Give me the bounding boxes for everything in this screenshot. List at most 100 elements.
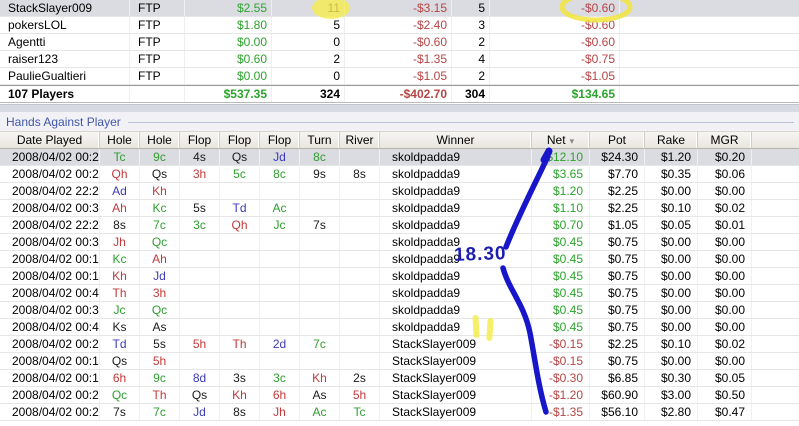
player-name: PaulieGualtieri xyxy=(0,68,130,84)
col-header-hole[interactable]: Hole xyxy=(100,132,140,148)
player-row[interactable]: pokersLOL FTP $1.80 5 -$2.40 3 -$0.60 xyxy=(0,17,799,34)
col-header-river[interactable]: River xyxy=(340,132,380,148)
hand-row[interactable]: 2008/04/02 00:23 Qc Th Qs Kh 6h As 5h StackSlaye… xyxy=(0,387,799,404)
hand-row[interactable]: 2008/04/02 22:28 8s 7c 3c Qh Jc 7s skoldpadda9 $… xyxy=(0,217,799,234)
hand-date: 2008/04/02 00:35 xyxy=(0,302,100,318)
river-card xyxy=(340,200,380,216)
flop-card-3: Jc xyxy=(260,217,300,233)
hand-row[interactable]: 2008/04/02 00:20 Td 5s 5h Th 2d 7c StackSlayer0… xyxy=(0,336,799,353)
flop-card-2 xyxy=(220,285,260,301)
mgr-value: $0.00 xyxy=(698,319,752,335)
mgr-value: $0.02 xyxy=(698,200,752,216)
river-card: 8s xyxy=(340,166,380,182)
col-header-label: Flop xyxy=(227,133,252,147)
players-totals-row[interactable]: 107 Players $537.35 324 -$402.70 304 $134.65 xyxy=(0,85,799,103)
flop-card-3: 6h xyxy=(260,387,300,403)
net-value: -$0.30 xyxy=(532,370,590,386)
winner-name: StackSlayer009 xyxy=(380,353,532,369)
mgr-value: $0.05 xyxy=(698,370,752,386)
river-card xyxy=(340,302,380,318)
flop-card-1 xyxy=(180,302,220,318)
hands-section-title: Hands Against Player xyxy=(6,114,121,129)
river-card xyxy=(340,353,380,369)
hole-card-2: 3h xyxy=(140,285,180,301)
rake-value: $0.30 xyxy=(645,370,698,386)
player-row[interactable]: StackSlayer009 FTP $2.55 11 -$3.15 5 -$0.60 xyxy=(0,0,799,17)
amount-lost-value: -$1.05 xyxy=(345,68,452,84)
winner-name: skoldpadda9 xyxy=(380,234,532,250)
col-header-net[interactable]: Net ▾ xyxy=(532,132,590,148)
hand-row[interactable]: 2008/04/02 00:16 Qs 5h StackSlayer009 -$0.15… xyxy=(0,353,799,370)
hand-row[interactable]: 2008/04/02 22:24 Ad Kh skoldpadda9 $1.20 $2.2… xyxy=(0,183,799,200)
mgr-value: $0.00 xyxy=(698,234,752,250)
col-header-label: Hole xyxy=(147,133,172,147)
amount-lost-value: -$402.70 xyxy=(345,86,452,102)
col-header-mgr[interactable]: MGR xyxy=(698,132,752,148)
mgr-value: $0.00 xyxy=(698,302,752,318)
net-value: -$0.75 xyxy=(490,51,620,67)
hand-row[interactable]: 2008/04/02 00:35 Jc Qc skoldpadda9 $0.45 $0.7… xyxy=(0,302,799,319)
flop-card-3 xyxy=(260,268,300,284)
river-card: 5h xyxy=(340,387,380,403)
col-header-rake[interactable]: Rake xyxy=(645,132,698,148)
hand-row[interactable]: 2008/04/02 00:32 Jh Qc skoldpadda9 $0.45 $0.7… xyxy=(0,234,799,251)
river-card xyxy=(340,285,380,301)
winner-name: skoldpadda9 xyxy=(380,217,532,233)
hole-card-2: 7c xyxy=(140,404,180,420)
player-row[interactable]: raiser123 FTP $0.60 2 -$1.35 4 -$0.75 xyxy=(0,51,799,68)
mgr-value: $0.50 xyxy=(698,387,752,403)
hand-date: 2008/04/02 00:21 xyxy=(0,166,100,182)
flop-card-3: Ac xyxy=(260,200,300,216)
hand-row[interactable]: 2008/04/02 00:47 Th 3h skoldpadda9 $0.45 $0.7… xyxy=(0,285,799,302)
hand-row[interactable]: 2008/04/02 00:21 Qh Qs 3h 5c 8c 9s 8s skoldpadda… xyxy=(0,166,799,183)
count-b-value: 4 xyxy=(452,51,490,67)
turn-card xyxy=(300,251,340,267)
hole-card-1: Td xyxy=(100,336,140,352)
rake-value: $0.10 xyxy=(645,200,698,216)
mgr-value: $0.47 xyxy=(698,404,752,420)
row-filler xyxy=(752,251,799,267)
col-header-hole[interactable]: Hole xyxy=(140,132,180,148)
hand-row[interactable]: 2008/04/02 00:44 Ks As skoldpadda9 $0.45 $0.7… xyxy=(0,319,799,336)
hole-card-1: Th xyxy=(100,285,140,301)
player-row[interactable]: PaulieGualtieri FTP $0.00 0 -$1.05 2 -$1.05 xyxy=(0,68,799,85)
flop-card-2: Th xyxy=(220,336,260,352)
col-header-flop[interactable]: Flop xyxy=(220,132,260,148)
hole-card-2: 5h xyxy=(140,353,180,369)
winner-name: skoldpadda9 xyxy=(380,149,532,165)
hand-row[interactable]: 2008/04/02 00:36 Ah Kc 5s Td Ac skoldpadda9 $1.… xyxy=(0,200,799,217)
col-header-pot[interactable]: Pot xyxy=(590,132,645,148)
col-header-winner[interactable]: Winner xyxy=(380,132,532,148)
player-row[interactable]: Agentti FTP $0.00 0 -$0.60 2 -$0.60 xyxy=(0,34,799,51)
flop-card-2 xyxy=(220,319,260,335)
flop-card-1: 8d xyxy=(180,370,220,386)
hand-row[interactable]: 2008/04/02 00:10 Kh Jd skoldpadda9 $0.45 $0.7… xyxy=(0,268,799,285)
flop-card-1: 3h xyxy=(180,166,220,182)
hole-card-2: 5s xyxy=(140,336,180,352)
hand-row[interactable]: 2008/04/02 00:19 Kc Ah skoldpadda9 $0.45 $0.7… xyxy=(0,251,799,268)
amount-won-value: $537.35 xyxy=(185,86,272,102)
row-filler xyxy=(620,86,799,102)
winner-name: skoldpadda9 xyxy=(380,285,532,301)
hand-date: 2008/04/02 00:47 xyxy=(0,285,100,301)
hole-card-1: Qc xyxy=(100,387,140,403)
hand-row[interactable]: 2008/04/02 00:22 Tc 9c 4s Qs Jd 8c skoldpadda9 $… xyxy=(0,149,799,166)
net-value: $12.10 xyxy=(532,149,590,165)
col-header-date-played[interactable]: Date Played xyxy=(0,132,100,148)
hands-table-header-row: Date Played Hole Hole Flop Flop Flop Turn River… xyxy=(0,131,799,149)
river-card xyxy=(340,268,380,284)
row-filler xyxy=(752,166,799,182)
col-header-flop[interactable]: Flop xyxy=(180,132,220,148)
flop-card-3 xyxy=(260,183,300,199)
pot-value: $0.75 xyxy=(590,234,645,250)
hand-row[interactable]: 2008/04/02 00:12 6h 9c 8d 3s 3c Kh 2s StackSlaye… xyxy=(0,370,799,387)
river-card xyxy=(340,319,380,335)
hole-card-1: 7s xyxy=(100,404,140,420)
section-divider xyxy=(0,104,799,112)
hand-row[interactable]: 2008/04/02 00:22 7s 7c Jd 8s Jh Ac Tc StackSlaye… xyxy=(0,404,799,421)
col-header-flop[interactable]: Flop xyxy=(260,132,300,148)
col-header-turn[interactable]: Turn xyxy=(300,132,340,148)
row-filler xyxy=(752,285,799,301)
turn-card xyxy=(300,285,340,301)
hole-card-1: 6h xyxy=(100,370,140,386)
